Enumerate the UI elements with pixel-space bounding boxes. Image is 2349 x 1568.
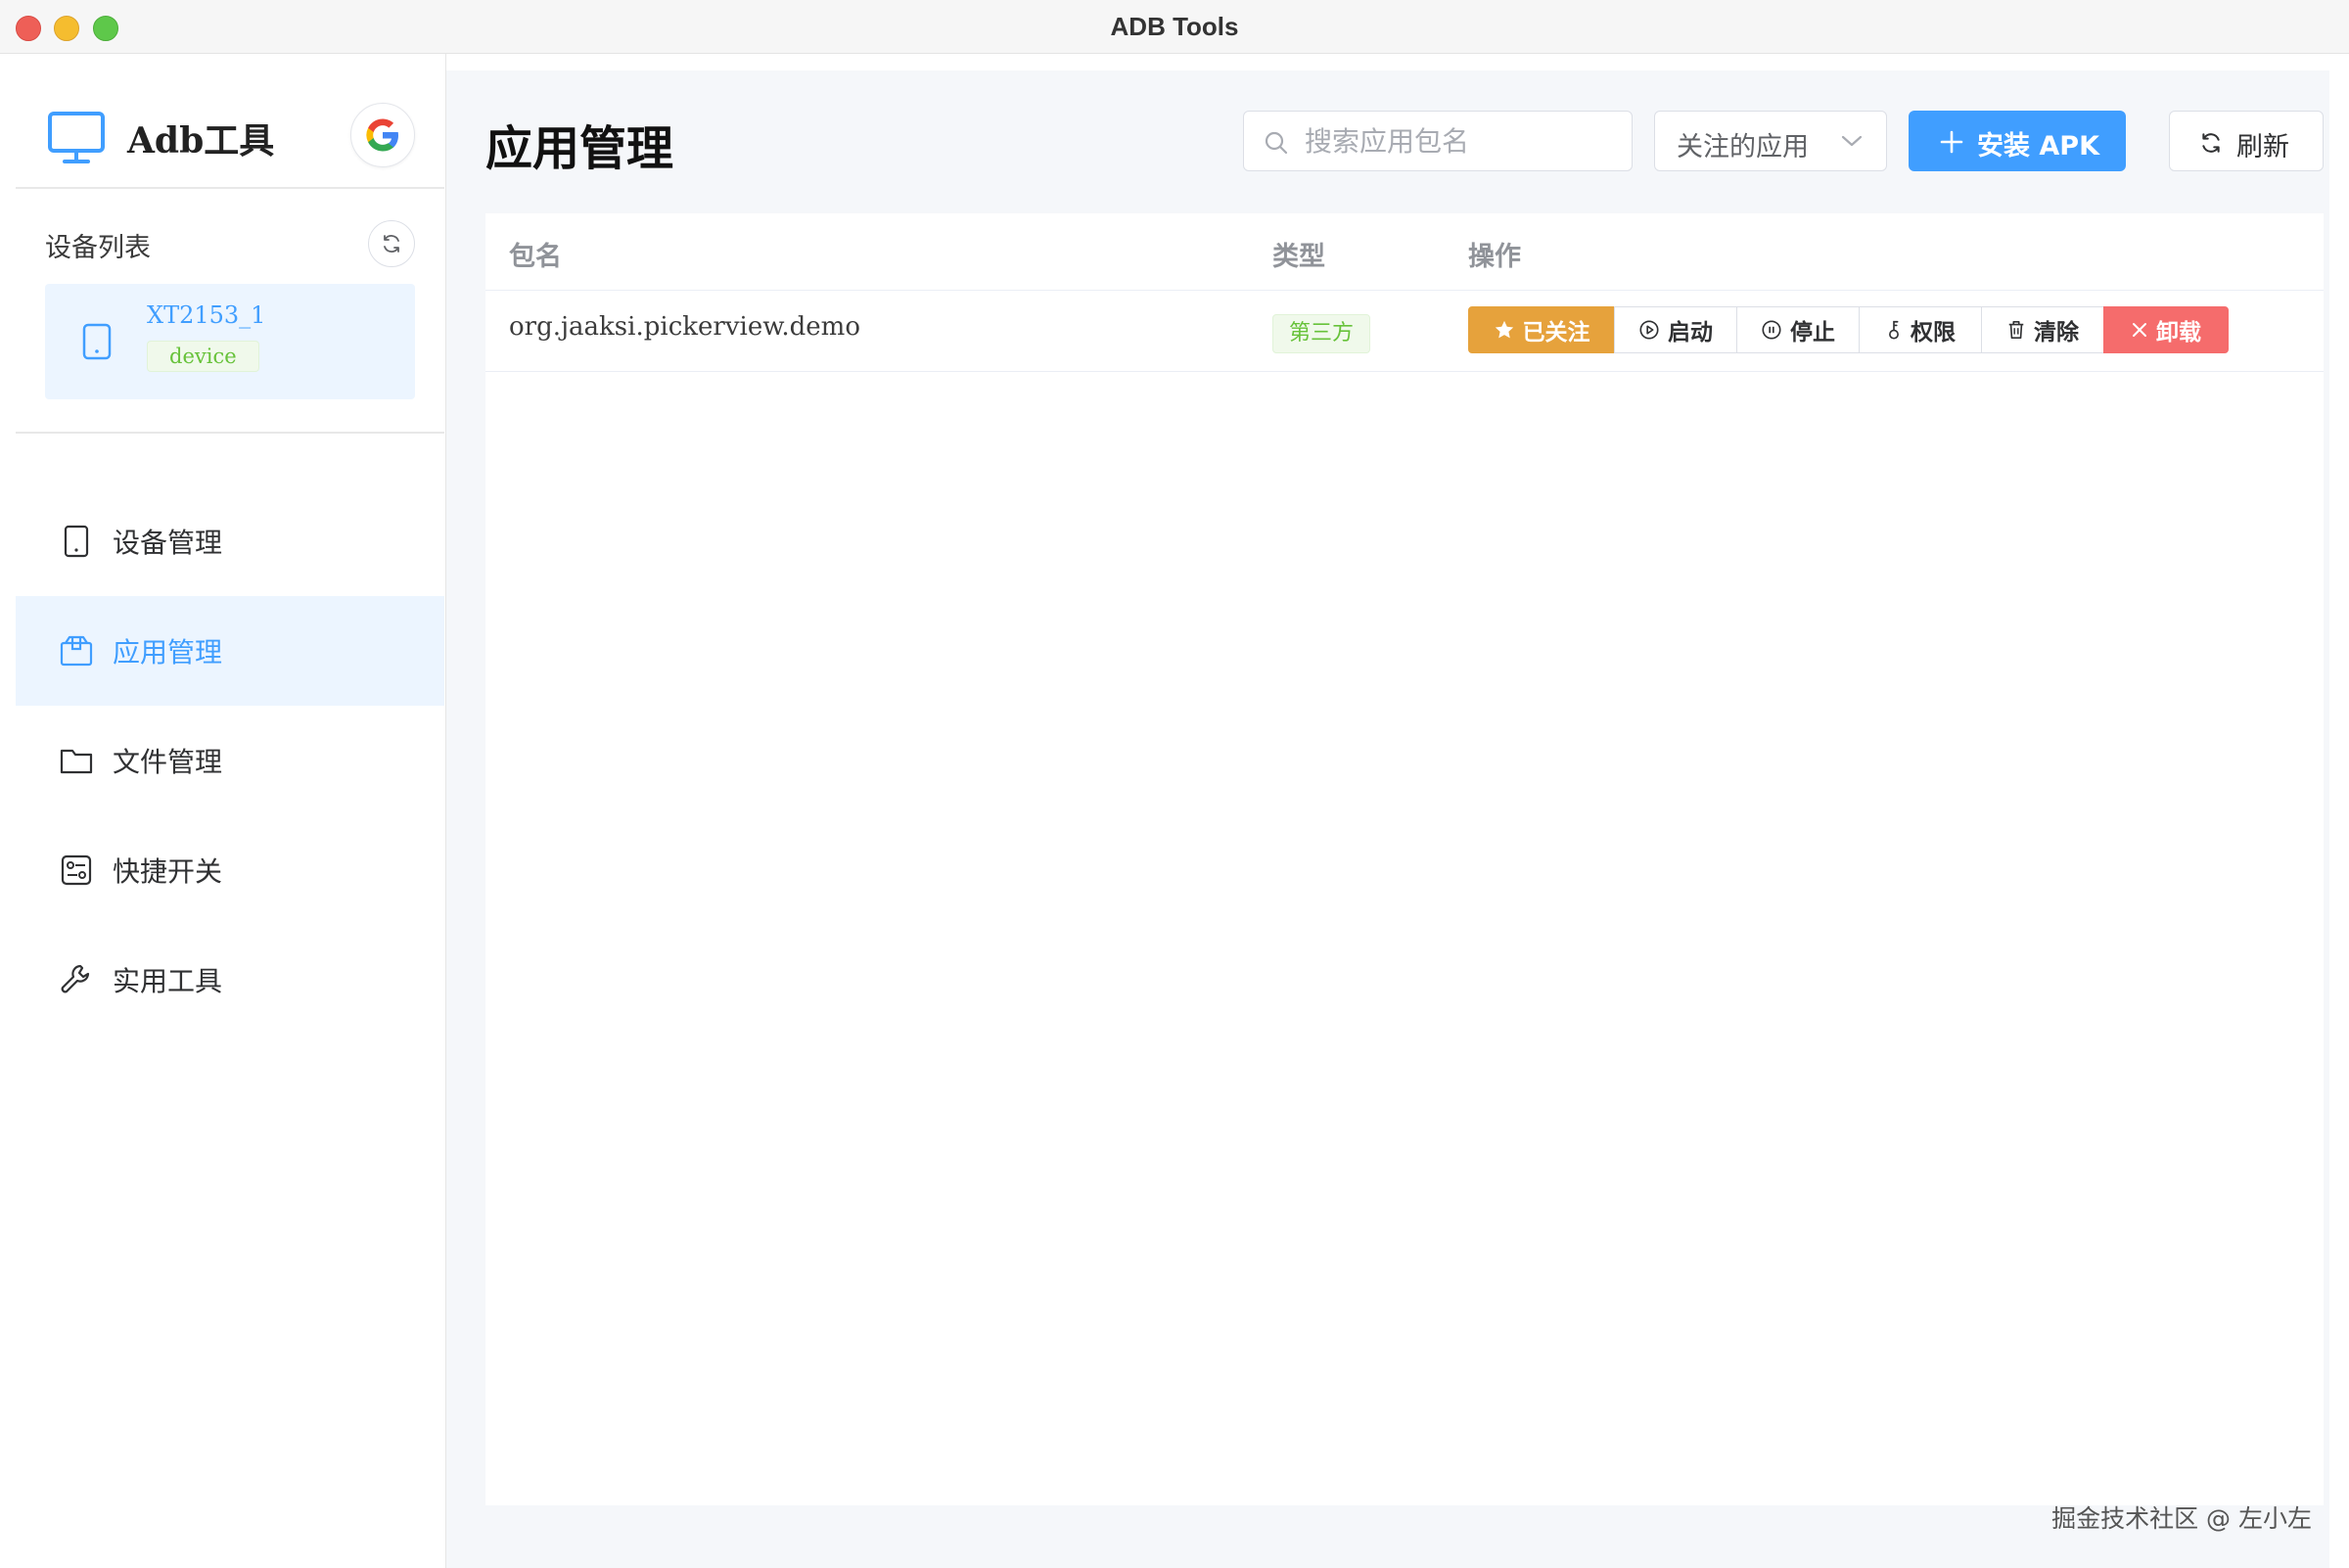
monitor-icon (48, 112, 105, 163)
sidebar-item-file-management[interactable]: 文件管理 (16, 706, 444, 815)
refresh-icon (2202, 133, 2220, 153)
switches-icon (61, 854, 92, 886)
brand-name: Adb工具 (127, 120, 275, 161)
stop-app-button[interactable]: 停止 (1736, 306, 1860, 353)
device-list-header: 设备列表 (45, 220, 417, 269)
uninstall-label: 卸载 (2156, 320, 2201, 346)
refresh-devices-button[interactable] (368, 220, 415, 267)
tablet-icon (82, 323, 112, 360)
sidebar-item-label: 快捷开关 (113, 855, 223, 888)
chevron-down-icon (1841, 135, 1863, 147)
followed-button[interactable]: 已关注 (1468, 306, 1615, 353)
package-name: org.jaaksi.pickerview.demo (509, 312, 860, 342)
column-header-package[interactable]: 包名 (509, 235, 562, 273)
device-status-badge: device (147, 341, 259, 372)
start-label: 启动 (1668, 320, 1713, 346)
refresh-label: 刷新 (2236, 132, 2289, 162)
app-type-badge: 第三方 (1272, 314, 1371, 353)
google-account-button[interactable] (350, 103, 415, 167)
star-icon (1495, 320, 1513, 339)
package-icon (60, 635, 93, 667)
pause-circle-icon (1762, 320, 1781, 340)
column-header-actions: 操作 (1468, 242, 1521, 272)
device-name: XT2153_1 (147, 301, 266, 329)
brand: Adb工具 (47, 103, 429, 171)
watermark: 掘金技术社区 @ 左小左 (2051, 1504, 2312, 1533)
permissions-label: 权限 (1911, 320, 1956, 346)
sidebar-item-quick-switches[interactable]: 快捷开关 (16, 815, 444, 925)
tablet-icon (64, 525, 89, 558)
search-input[interactable] (1305, 112, 1618, 170)
key-icon (1889, 320, 1899, 340)
sidebar-item-label: 实用工具 (113, 965, 223, 997)
uninstall-button[interactable]: 卸载 (2103, 306, 2229, 353)
refresh-icon (384, 235, 399, 253)
main-content: 应用管理 关注的应用 安装 APK 刷新 包名 类型 操作 (446, 70, 2329, 1568)
folder-icon (60, 749, 93, 774)
start-app-button[interactable]: 启动 (1614, 306, 1737, 353)
table-row: org.jaaksi.pickerview.demo 第三方 已关注 启动 停止… (485, 291, 2324, 372)
sidebar-menu: 设备管理 应用管理 文件管理 快捷开关 实用工具 (16, 486, 444, 1035)
play-circle-icon (1639, 320, 1659, 340)
plus-icon (1940, 130, 1963, 154)
sidebar-item-utilities[interactable]: 实用工具 (16, 925, 444, 1035)
window-title: ADB Tools (1110, 12, 1239, 41)
sidebar-item-label: 文件管理 (113, 746, 223, 778)
window-titlebar: ADB Tools (0, 0, 2349, 54)
wrench-icon (61, 964, 90, 993)
search-icon (1265, 131, 1288, 155)
sidebar-item-device-management[interactable]: 设备管理 (16, 486, 444, 596)
trash-icon (2008, 321, 2024, 339)
filter-select-value: 关注的应用 (1677, 132, 1809, 162)
install-apk-button[interactable]: 安装 APK (1909, 111, 2126, 171)
search-box[interactable] (1243, 111, 1633, 171)
clear-label: 清除 (2034, 320, 2079, 346)
refresh-button[interactable]: 刷新 (2169, 111, 2324, 171)
stop-label: 停止 (1790, 320, 1835, 346)
column-header-type[interactable]: 类型 (1272, 235, 1325, 273)
filter-select[interactable]: 关注的应用 (1654, 111, 1887, 171)
sidebar-divider (16, 432, 444, 434)
clear-data-button[interactable]: 清除 (1981, 306, 2104, 353)
sidebar-item-label: 应用管理 (113, 636, 223, 669)
device-list-title: 设备列表 (45, 233, 151, 263)
sidebar: Adb工具 设备列表 XT2153_1 device 设备管理 应用管理 文件管… (0, 54, 446, 1568)
close-icon (2133, 323, 2146, 337)
sidebar-item-label: 设备管理 (113, 527, 223, 559)
sidebar-item-app-management[interactable]: 应用管理 (16, 596, 444, 706)
followed-label: 已关注 (1522, 320, 1590, 346)
row-actions: 已关注 启动 停止 权限 清除 卸载 (1468, 306, 2229, 355)
page-title: 应用管理 (485, 121, 674, 176)
sidebar-divider (16, 187, 444, 189)
table-header: 包名 类型 操作 (485, 213, 2324, 291)
permissions-button[interactable]: 权限 (1859, 306, 1982, 353)
install-apk-label: 安装 APK (1977, 131, 2100, 161)
google-icon (366, 118, 398, 152)
device-item[interactable]: XT2153_1 device (45, 284, 415, 399)
app-table: 包名 类型 操作 org.jaaksi.pickerview.demo 第三方 … (485, 213, 2324, 1505)
